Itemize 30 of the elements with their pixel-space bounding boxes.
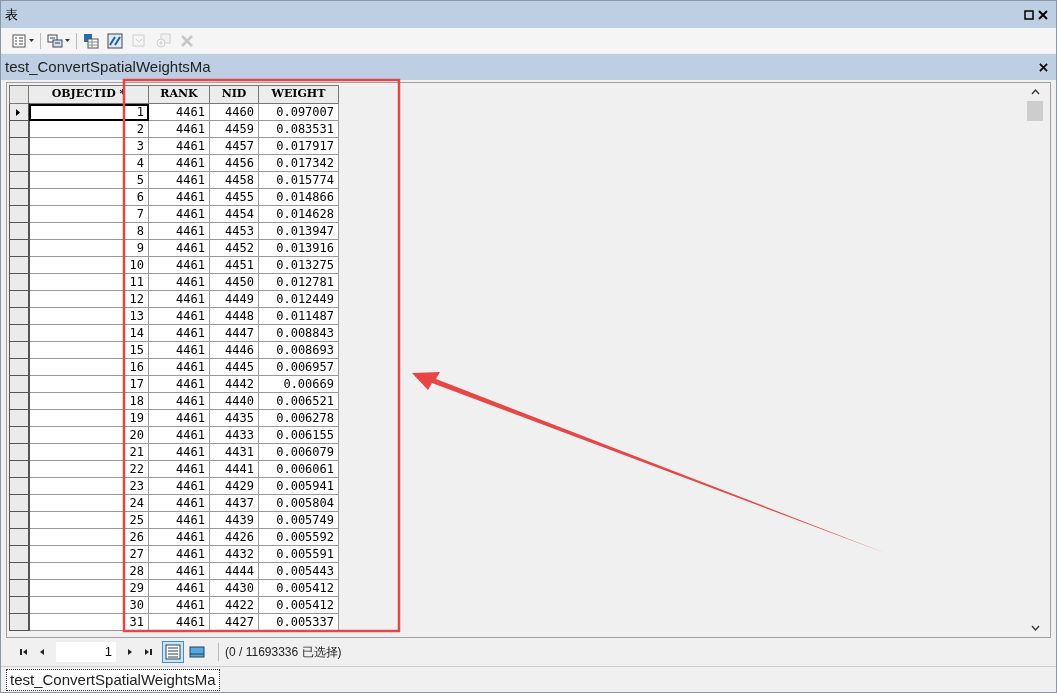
column-header[interactable]: NID [209, 85, 259, 104]
table-select-icon [83, 32, 99, 49]
table-title: test_ConvertSpatialWeightsMa [5, 56, 211, 77]
table-tab[interactable]: test_ConvertSpatialWeightsMa [6, 668, 220, 691]
column-header[interactable]: WEIGHT [258, 85, 339, 104]
switch-selection-icon [107, 32, 123, 49]
window-title: 表 [5, 5, 18, 24]
page-field[interactable]: 1 [56, 642, 116, 662]
caret-icon [65, 39, 70, 42]
previous-page-icon[interactable] [38, 648, 46, 656]
scroll-down-icon[interactable] [1030, 625, 1040, 631]
first-page-icon[interactable] [20, 648, 28, 656]
linked-tables-icon [47, 32, 63, 49]
switch-selection-button[interactable] [105, 30, 125, 51]
delete-icon [179, 32, 195, 49]
clear-selection-icon [131, 32, 147, 49]
close-icon[interactable] [1038, 9, 1048, 20]
zoom-table-icon [155, 32, 171, 49]
restore-icon[interactable] [1024, 9, 1034, 20]
show-all-records-button[interactable] [162, 641, 184, 663]
scroll-up-icon[interactable] [1030, 89, 1040, 95]
scroll-thumb[interactable] [1027, 101, 1043, 121]
current-row-icon [16, 108, 20, 116]
column-header[interactable]: RANK [148, 85, 210, 104]
next-page-icon[interactable] [126, 648, 134, 656]
close-icon[interactable] [1039, 62, 1048, 72]
selection-count: (0 / 11693336 已选择) [225, 644, 342, 661]
caret-icon [29, 39, 34, 42]
table-options-icon [11, 32, 27, 49]
last-page-icon[interactable] [144, 648, 152, 656]
